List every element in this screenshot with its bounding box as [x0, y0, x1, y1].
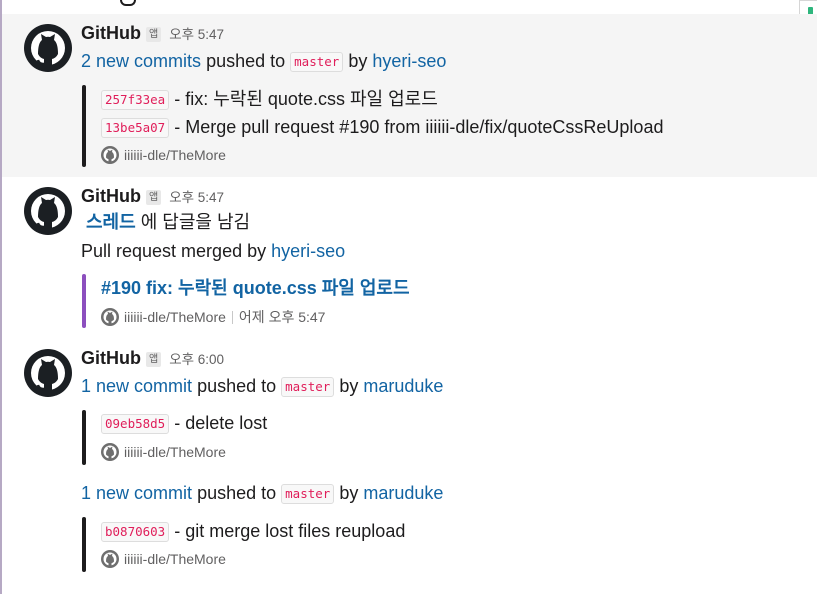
commit-count-link[interactable]: 1 new commit — [81, 483, 192, 503]
author-link[interactable]: hyeri-seo — [372, 51, 446, 71]
message-github-3[interactable]: GitHub 앱 오후 6:00 1 new commit pushed to ma… — [2, 340, 817, 594]
thread-reply-line: 스레드 에 답글을 남김 — [81, 210, 250, 234]
commit-hash-link[interactable]: 09eb58d5 — [101, 414, 170, 434]
pushed-to-text: pushed to — [197, 376, 277, 396]
pr-title-link[interactable]: #190 fix: 누락된 quote.css 파일 업로드 — [101, 276, 410, 300]
pushed-to-text: pushed to — [206, 51, 286, 71]
repo-name[interactable]: iiiiii-dle/TheMore — [124, 444, 226, 460]
timestamp[interactable]: 오후 5:47 — [169, 190, 224, 205]
message-github-2[interactable]: GitHub 앱 오후 5:47 스레드 에 답글을 남김 Pull request… — [2, 177, 817, 340]
push-summary: 2 new commits pushed to master by hyeri-… — [81, 49, 446, 73]
attachment-footer: iiiiii-dle/TheMore 어제 오후 5:47 — [101, 307, 325, 327]
timestamp[interactable]: 오후 5:47 — [169, 27, 224, 42]
partial-icon — [120, 0, 136, 6]
footer-divider — [231, 311, 233, 324]
message-github-1[interactable]: GitHub 앱 오후 5:47 2 new commits pushed to m… — [2, 14, 817, 177]
github-mini-icon — [101, 146, 119, 164]
pr-attachment: #190 fix: 누락된 quote.css 파일 업로드 iiiiii-dl… — [82, 274, 782, 328]
commit-hash-link[interactable]: 13be5a07 — [101, 118, 170, 138]
attachment-bar — [82, 85, 86, 167]
thread-link[interactable]: 스레드 — [86, 212, 136, 232]
app-badge: 앱 — [146, 190, 162, 205]
sender-name[interactable]: GitHub — [81, 348, 141, 368]
attachment-bar — [82, 274, 86, 328]
attachment-bar — [82, 410, 86, 465]
commit-attachment: b0870603 - git merge lost files reupload… — [82, 517, 782, 572]
github-mini-icon — [101, 443, 119, 461]
merged-author-link[interactable]: hyeri-seo — [271, 241, 345, 261]
github-mini-icon — [101, 550, 119, 568]
branch-code: master — [290, 52, 344, 72]
github-octocat-icon — [24, 349, 72, 397]
commit-line: 09eb58d5 - delete lost — [101, 411, 267, 435]
sender-name[interactable]: GitHub — [81, 23, 141, 43]
by-text: by — [339, 483, 359, 503]
github-avatar[interactable] — [24, 24, 72, 72]
repo-name[interactable]: iiiiii-dle/TheMore — [124, 309, 226, 325]
attachment-footer: iiiiii-dle/TheMore — [101, 442, 226, 462]
github-octocat-icon — [24, 24, 72, 72]
thread-reply-text: 에 답글을 남김 — [140, 212, 251, 232]
pr-time: 어제 오후 5:47 — [238, 309, 326, 325]
github-mini-icon — [101, 308, 119, 326]
commit-hash-link[interactable]: b0870603 — [101, 522, 170, 542]
attachment-footer: iiiiii-dle/TheMore — [101, 145, 226, 165]
commit-line: 13be5a07 - Merge pull request #190 from … — [101, 115, 663, 139]
author-link[interactable]: maruduke — [363, 483, 443, 503]
commit-count-link[interactable]: 2 new commits — [81, 51, 201, 71]
timestamp[interactable]: 오후 6:00 — [169, 352, 224, 367]
branch-code: master — [281, 377, 335, 397]
commit-message: - fix: 누락된 quote.css 파일 업로드 — [174, 89, 438, 109]
attachment-footer: iiiiii-dle/TheMore — [101, 549, 226, 569]
branch-code: master — [281, 484, 335, 504]
commit-line: 257f33ea - fix: 누락된 quote.css 파일 업로드 — [101, 87, 438, 111]
commit-message: - git merge lost files reupload — [174, 521, 406, 541]
sender-name[interactable]: GitHub — [81, 186, 141, 206]
author-link[interactable]: maruduke — [363, 376, 443, 396]
github-octocat-icon — [24, 187, 72, 235]
merged-text: Pull request merged by — [81, 241, 267, 261]
commit-count-link[interactable]: 1 new commit — [81, 376, 192, 396]
commit-line: b0870603 - git merge lost files reupload — [101, 519, 405, 543]
by-text: by — [339, 376, 359, 396]
pushed-to-text: pushed to — [197, 483, 277, 503]
github-avatar[interactable] — [24, 349, 72, 397]
repo-name[interactable]: iiiiii-dle/TheMore — [124, 147, 226, 163]
commit-attachment: 257f33ea - fix: 누락된 quote.css 파일 업로드 13b… — [82, 85, 782, 167]
merged-line: Pull request merged by hyeri-seo — [81, 239, 345, 263]
push-summary: 1 new commit pushed to master by maruduk… — [81, 374, 443, 398]
app-badge: 앱 — [146, 352, 162, 367]
commit-message: - Merge pull request #190 from iiiiii-dl… — [174, 117, 664, 137]
push-summary: 1 new commit pushed to master by maruduk… — [81, 481, 443, 505]
repo-name[interactable]: iiiiii-dle/TheMore — [124, 551, 226, 567]
commit-message: - delete lost — [174, 413, 268, 433]
commit-attachment: 09eb58d5 - delete lost iiiiii-dle/TheMor… — [82, 410, 782, 465]
by-text: by — [348, 51, 368, 71]
attachment-bar — [82, 517, 86, 572]
app-badge: 앱 — [146, 27, 162, 42]
commit-hash-link[interactable]: 257f33ea — [101, 90, 170, 110]
github-avatar[interactable] — [24, 187, 72, 235]
